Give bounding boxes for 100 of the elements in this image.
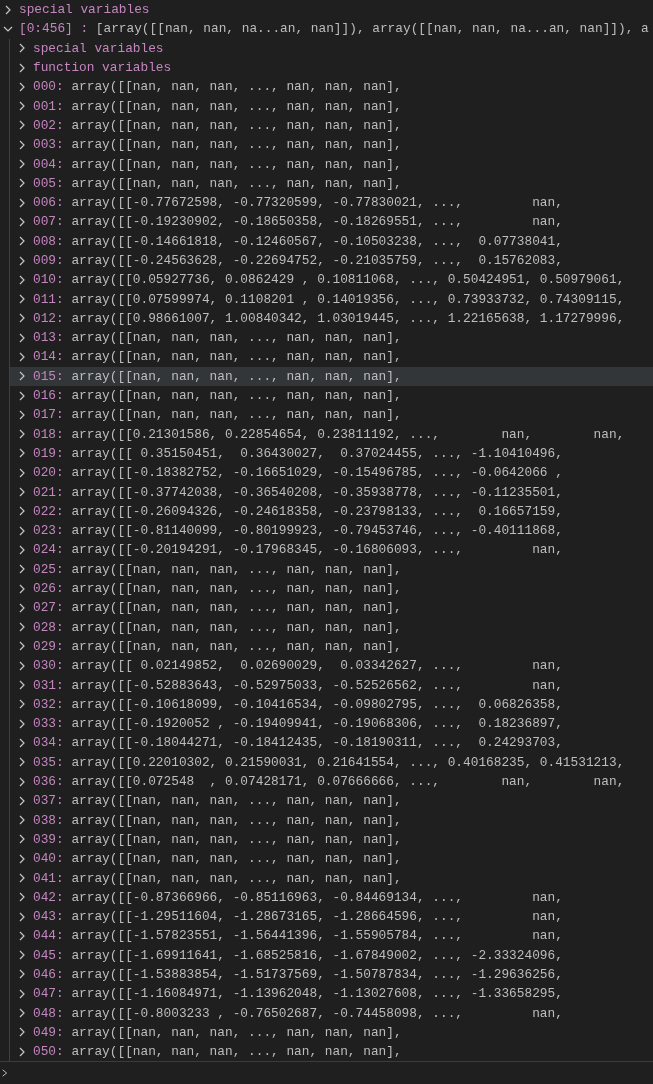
variable-row[interactable]: 014: array([[nan, nan, nan, ..., nan, nan, nan], xyxy=(10,347,653,367)
variable-row[interactable]: 037: array([[nan, nan, nan, ..., nan, nan, nan], xyxy=(10,791,653,811)
variable-row[interactable]: special variables xyxy=(10,38,653,58)
chevron-right-icon[interactable] xyxy=(17,274,27,285)
variable-row[interactable]: 027: array([[nan, nan, nan, ..., nan, nan, nan], xyxy=(10,598,653,618)
chevron-right-icon[interactable] xyxy=(17,178,27,189)
variable-row[interactable]: 012: array([[0.98661007, 1.00840342, 1.03019445, ..., 1.22165638, 1.17279996, xyxy=(10,308,653,329)
variable-row[interactable]: 043: array([[-1.29511604, -1.28673165, -1.28664596, ..., nan, xyxy=(10,906,653,927)
variable-row[interactable]: 007: array([[-0.19230902, -0.18650358, -0.18269551, ..., nan, xyxy=(10,212,653,232)
chevron-right-icon[interactable] xyxy=(17,583,27,594)
chevron-right-icon[interactable] xyxy=(17,429,27,440)
variable-row[interactable]: 004: array([[nan, nan, nan, ..., nan, nan, nan], xyxy=(10,154,653,174)
variable-row[interactable]: 034: array([[-0.18044271, -0.18412435, -0.18190311, ..., 0.24293703, xyxy=(10,733,653,753)
variable-row[interactable]: 030: array([[ 0.02149852, 0.02690029, 0.03342627, ..., nan, xyxy=(10,656,653,676)
chevron-right-icon[interactable] xyxy=(17,969,27,980)
chevron-right-icon[interactable] xyxy=(17,371,27,382)
variable-row[interactable]: 040: array([[nan, nan, nan, ..., nan, nan, nan], xyxy=(10,849,653,869)
variable-row[interactable]: 016: array([[nan, nan, nan, ..., nan, nan, nan], xyxy=(10,385,653,406)
variable-row[interactable]: 024: array([[-0.20194291, -0.17968345, -0.16806093, ..., nan, xyxy=(10,540,653,560)
chevron-right-icon[interactable] xyxy=(17,737,27,748)
chevron-right-icon[interactable] xyxy=(17,352,27,362)
variable-row[interactable]: 009: array([[-0.24563628, -0.22694752, -0.21035759, ..., 0.15762083, xyxy=(10,250,653,271)
variable-row[interactable]: 028: array([[nan, nan, nan, ..., nan, nan, nan], xyxy=(10,617,653,637)
chevron-right-icon[interactable] xyxy=(17,409,27,420)
variable-row[interactable]: 001: array([[nan, nan, nan, ..., nan, nan, nan], xyxy=(10,96,653,116)
chevron-right-icon[interactable] xyxy=(17,622,27,633)
variable-row[interactable]: 021: array([[-0.37742038, -0.36540208, -0.35938778, ..., -0.11235501, xyxy=(10,482,653,502)
variable-row[interactable]: 019: array([[ 0.35150451, 0.36430027, 0.37024455, ..., -1.10410496, xyxy=(10,443,653,464)
variable-row[interactable]: 000: array([[nan, nan, nan, ..., nan, nan, nan], xyxy=(10,77,653,97)
variable-row[interactable]: 026: array([[nan, nan, nan, ..., nan, nan, nan], xyxy=(10,578,653,599)
variable-row[interactable]: 025: array([[nan, nan, nan, ..., nan, nan, nan], xyxy=(10,559,653,579)
chevron-right-icon[interactable] xyxy=(17,467,27,478)
variable-row[interactable]: 045: array([[-1.69911641, -1.68525816, -1.67849002, ..., -2.33324096, xyxy=(10,945,653,965)
variable-row[interactable]: 032: array([[-0.10618099, -0.10416534, -0.09802795, ..., 0.06826358, xyxy=(10,694,653,714)
variable-row[interactable]: 005: array([[nan, nan, nan, ..., nan, nan, nan], xyxy=(10,173,653,193)
chevron-right-icon[interactable] xyxy=(17,699,27,710)
variable-row[interactable]: 049: array([[nan, nan, nan, ..., nan, nan, nan], xyxy=(10,1022,653,1043)
chevron-right-icon[interactable] xyxy=(17,197,27,208)
chevron-right-icon[interactable] xyxy=(17,506,27,517)
variable-row[interactable]: 031: array([[-0.52883643, -0.52975033, -0.52526562, ..., nan, xyxy=(10,675,653,695)
chevron-right-icon[interactable] xyxy=(17,313,27,324)
variable-row[interactable]: 011: array([[0.07599974, 0.1108201 , 0.14019356, ..., 0.73933732, 0.74309115, xyxy=(10,289,653,309)
variable-row[interactable]: 042: array([[-0.87366966, -0.85116963, -0.84469134, ..., nan, xyxy=(10,887,653,907)
chevron-right-icon[interactable] xyxy=(17,120,27,131)
chevron-right-icon[interactable] xyxy=(17,853,27,864)
chevron-right-icon[interactable] xyxy=(17,815,27,826)
chevron-right-icon[interactable] xyxy=(17,930,27,941)
chevron-right-icon[interactable] xyxy=(17,776,27,787)
chevron-right-icon[interactable] xyxy=(17,159,27,169)
chevron-right-icon[interactable] xyxy=(17,81,27,92)
chevron-right-icon[interactable] xyxy=(17,294,27,305)
chevron-right-icon[interactable] xyxy=(17,911,27,922)
chevron-right-icon[interactable] xyxy=(17,988,27,999)
variable-row[interactable]: 041: array([[nan, nan, nan, ..., nan, nan, nan], xyxy=(10,868,653,888)
chevron-right-icon[interactable] xyxy=(17,525,27,536)
variable-row[interactable]: 046: array([[-1.53883854, -1.51737569, -1.50787834, ..., -1.29636256, xyxy=(10,964,653,985)
variable-row[interactable]: 033: array([[-0.1920052 , -0.19409941, -0.19068306, ..., 0.18236897, xyxy=(10,714,653,734)
chevron-right-icon[interactable] xyxy=(17,1027,27,1038)
variable-row[interactable]: 048: array([[-0.8003233 , -0.76502687, -0.74458098, ..., nan, xyxy=(10,1003,653,1023)
variable-row[interactable]: 020: array([[-0.18382752, -0.16651029, -0.15496785, ..., -0.0642066 , xyxy=(10,463,653,483)
variable-row[interactable]: 002: array([[nan, nan, nan, ..., nan, nan, nan], xyxy=(10,115,653,136)
variable-row[interactable]: 050: array([[nan, nan, nan, ..., nan, nan, nan], xyxy=(10,1042,653,1061)
variable-row[interactable]: 006: array([[-0.77672598, -0.77320599, -0.77830021, ..., nan, xyxy=(10,192,653,213)
chevron-right-icon[interactable] xyxy=(17,332,27,343)
chevron-right-icon[interactable] xyxy=(17,641,27,652)
chevron-right-icon[interactable] xyxy=(17,487,27,498)
variable-row[interactable]: 003: array([[nan, nan, nan, ..., nan, nan, nan], xyxy=(10,135,653,155)
chevron-right-icon[interactable] xyxy=(17,680,27,691)
variable-row[interactable]: 036: array([[0.072548 , 0.07428171, 0.07666666, ..., nan, nan, xyxy=(10,771,653,792)
variable-row[interactable]: 044: array([[-1.57823551, -1.56441396, -1.55905784, ..., nan, xyxy=(10,926,653,946)
chevron-right-icon[interactable] xyxy=(3,4,13,15)
variable-row[interactable]: 035: array([[0.22010302, 0.21590031, 0.21641554, ..., 0.40168235, 0.41531213, xyxy=(10,752,653,772)
variable-row[interactable]: 039: array([[nan, nan, nan, ..., nan, nan, nan], xyxy=(10,829,653,850)
chevron-right-icon[interactable] xyxy=(17,1046,27,1057)
chevron-right-icon[interactable] xyxy=(17,390,27,401)
chevron-right-icon[interactable] xyxy=(17,718,27,729)
variable-row[interactable]: 038: array([[nan, nan, nan, ..., nan, nan, nan], xyxy=(10,810,653,830)
variable-row[interactable]: 010: array([[0.05927736, 0.0862429 , 0.10811068, ..., 0.50424951, 0.50979061, xyxy=(10,270,653,290)
chevron-right-icon[interactable] xyxy=(17,101,27,112)
variable-row[interactable]: 008: array([[-0.14661818, -0.12460567, -0.10503238, ..., 0.07738041, xyxy=(10,231,653,251)
chevron-right-icon[interactable] xyxy=(17,216,27,227)
chevron-right-icon[interactable] xyxy=(17,795,27,806)
chevron-right-icon[interactable] xyxy=(17,834,27,845)
variable-row[interactable]: [0:456] : [array([[nan, nan, na...an, nan]]), array([[nan, nan, na...an, nan]]), a xyxy=(0,19,653,39)
chevron-right-icon[interactable] xyxy=(17,564,27,575)
variable-row[interactable]: 015: array([[nan, nan, nan, ..., nan, nan, nan], xyxy=(10,366,653,386)
chevron-right-icon[interactable] xyxy=(17,1008,27,1019)
variable-row[interactable]: 017: array([[nan, nan, nan, ..., nan, nan, nan], xyxy=(10,405,653,425)
chevron-right-icon[interactable] xyxy=(17,873,27,883)
chevron-right-icon[interactable] xyxy=(17,236,27,247)
chevron-right-icon[interactable] xyxy=(17,892,27,903)
chevron-right-icon[interactable] xyxy=(17,43,27,54)
chevron-right-icon[interactable] xyxy=(17,544,27,555)
variable-row[interactable]: function variables xyxy=(10,57,653,78)
chevron-right-icon[interactable] xyxy=(17,660,27,671)
variable-row[interactable]: 018: array([[0.21301586, 0.22854654, 0.23811192, ..., nan, nan, xyxy=(10,424,653,444)
chevron-right-icon[interactable] xyxy=(17,602,27,613)
variable-row[interactable]: 047: array([[-1.16084971, -1.13962048, -1.13027608, ..., -1.33658295, xyxy=(10,984,653,1004)
variable-row[interactable]: 023: array([[-0.81140099, -0.80199923, -0.79453746, ..., -0.40111868, xyxy=(10,521,653,541)
chevron-right-icon[interactable] xyxy=(17,448,27,459)
